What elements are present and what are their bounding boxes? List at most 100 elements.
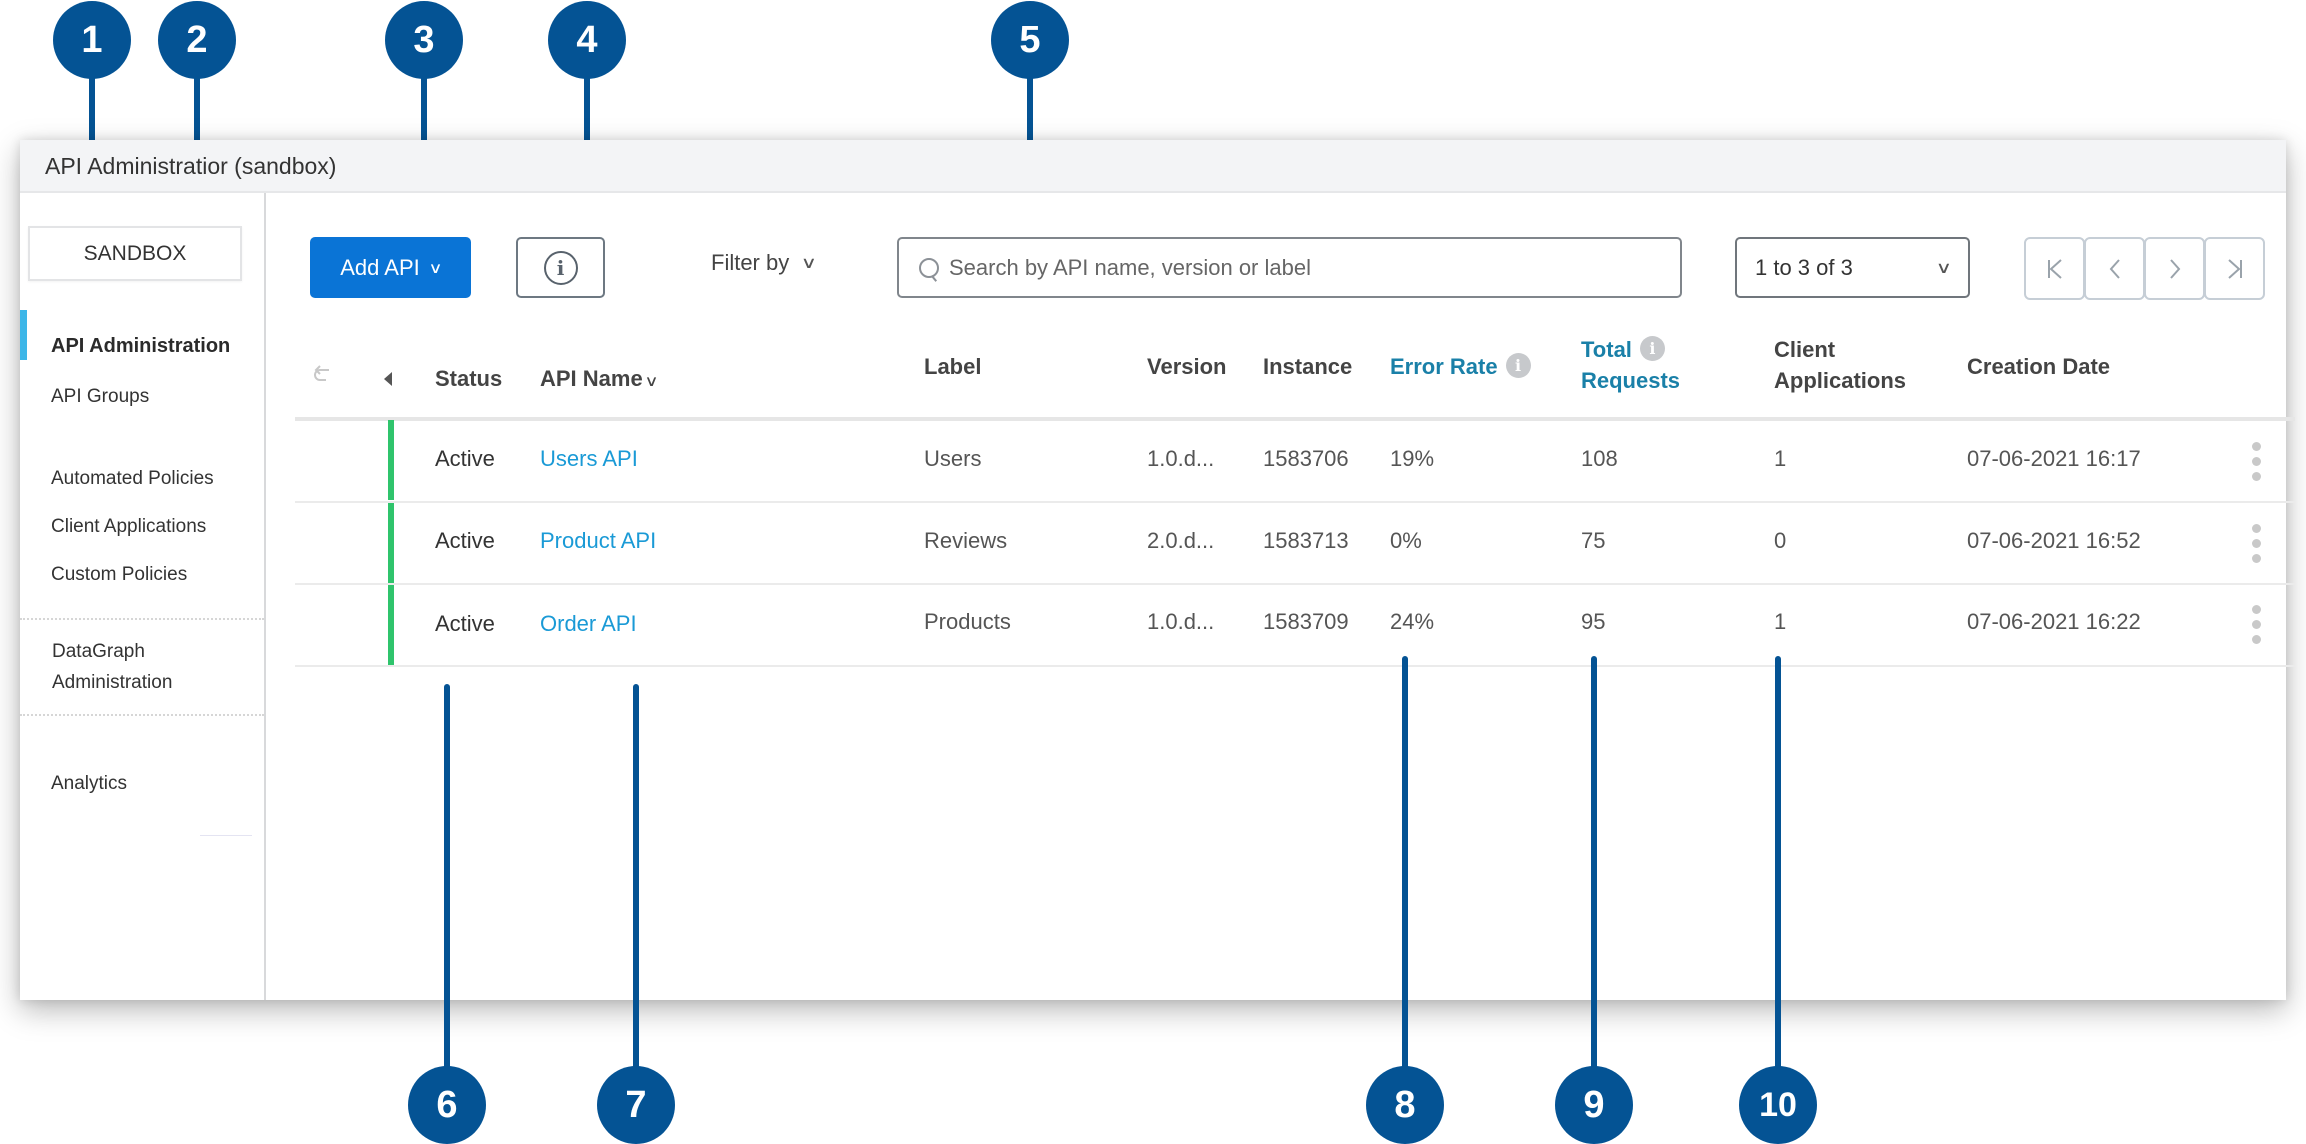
cell-status: Active [435, 611, 495, 636]
last-page-icon [2227, 258, 2242, 279]
sidebar: SANDBOX API Administration API Groups Au… [20, 193, 266, 1000]
callout-badge-4: 4 [548, 1, 626, 79]
cell-total-requests: 75 [1581, 528, 1606, 553]
column-header-status[interactable]: Status [435, 363, 502, 394]
sort-chevron-icon: ∨ [644, 373, 659, 390]
first-page-button[interactable] [2024, 237, 2085, 300]
add-api-label: Add API [340, 254, 420, 280]
status-indicator-bar [388, 585, 394, 666]
cell-status: Active [435, 446, 495, 471]
chevron-down-icon: ∨ [800, 255, 818, 272]
callout-10-line [1775, 656, 1781, 1084]
sidebar-item-api-groups[interactable]: API Groups [51, 386, 149, 408]
sidebar-divider [20, 618, 264, 620]
status-indicator-bar [388, 503, 394, 583]
column-header-total-requests-line2: Requests [1581, 368, 1681, 393]
info-button[interactable]: i [516, 237, 605, 298]
cell-client-applications: 0 [1774, 528, 1787, 553]
pagination-range-label: 1 to 3 of 3 [1755, 254, 1853, 280]
sidebar-item-client-applications[interactable]: Client Applications [51, 516, 206, 538]
filter-by-dropdown[interactable]: Filter by ∨ [711, 250, 818, 276]
next-page-button[interactable] [2144, 237, 2205, 300]
callout-badge-8: 8 [1366, 1066, 1444, 1144]
sidebar-item-datagraph-administration[interactable]: DataGraph Administration [52, 636, 202, 698]
callout-7-line [633, 684, 639, 1084]
sidebar-item-analytics[interactable]: Analytics [51, 773, 127, 795]
active-nav-indicator [20, 310, 27, 360]
callout-9-line [1591, 656, 1597, 1084]
info-icon[interactable]: i [1505, 353, 1531, 378]
last-page-button[interactable] [2204, 237, 2265, 300]
previous-page-button[interactable] [2084, 237, 2145, 300]
search-icon [919, 257, 939, 278]
callout-badge-5: 5 [991, 1, 1069, 79]
callout-badge-6: 6 [408, 1066, 486, 1144]
environment-selector[interactable]: SANDBOX [28, 226, 242, 281]
table-header-divider [295, 417, 2295, 421]
column-header-client-applications-line1: Client [1774, 337, 1836, 362]
cell-instance: 1583706 [1263, 446, 1349, 471]
cell-creation-date: 07-06-2021 16:22 [1967, 609, 2141, 634]
cell-label: Products [924, 609, 1011, 634]
cell-label: Reviews [924, 528, 1008, 553]
column-header-label[interactable]: Label [924, 351, 981, 382]
row-divider [295, 501, 2295, 503]
title-bar: API Administratior (sandbox) [20, 140, 2286, 193]
chevron-down-icon: ∨ [1935, 259, 1953, 277]
cell-version: 1.0.d... [1147, 609, 1215, 634]
column-header-version[interactable]: Version [1147, 351, 1226, 382]
app-window: API Administratior (sandbox) SANDBOX API… [20, 140, 2295, 1000]
sidebar-decoration-line [200, 835, 252, 836]
collapse-column-icon[interactable] [384, 372, 392, 386]
cell-api-name-link[interactable]: Product API [540, 528, 656, 554]
pagination-controls [2024, 237, 2265, 300]
cell-client-applications: 1 [1774, 446, 1787, 471]
cell-error-rate: 19% [1390, 446, 1435, 471]
callout-badge-2: 2 [158, 1, 236, 79]
cell-instance: 1583713 [1263, 528, 1349, 553]
column-header-instance[interactable]: Instance [1263, 351, 1352, 382]
sidebar-item-custom-policies[interactable]: Custom Policies [51, 564, 187, 586]
search-box[interactable] [897, 237, 1682, 298]
column-header-api-name[interactable]: API Name∨ [540, 363, 659, 397]
info-icon[interactable]: i [1639, 336, 1665, 361]
row-divider [295, 665, 2295, 667]
column-header-creation-date[interactable]: Creation Date [1967, 351, 2110, 382]
callout-6-line [444, 684, 450, 1084]
cell-api-name-link[interactable]: Users API [540, 446, 638, 472]
cell-client-applications: 1 [1774, 609, 1787, 634]
cell-api-name-link[interactable]: Order API [540, 611, 637, 637]
cell-error-rate: 0% [1390, 528, 1422, 553]
info-icon: i [543, 250, 578, 285]
callout-badge-1: 1 [53, 1, 131, 79]
callout-badge-7: 7 [597, 1066, 675, 1144]
first-page-icon [2047, 258, 2062, 279]
filter-by-label: Filter by [711, 250, 790, 275]
cell-version: 1.0.d... [1147, 446, 1215, 471]
sidebar-item-automated-policies[interactable]: Automated Policies [51, 468, 214, 490]
undo-icon[interactable] [313, 365, 335, 387]
chevron-left-icon [2109, 258, 2120, 279]
row-actions-kebab-icon[interactable] [2252, 442, 2262, 481]
add-api-button[interactable]: Add API ∨ [310, 237, 471, 298]
cell-total-requests: 108 [1581, 446, 1618, 471]
cell-instance: 1583709 [1263, 609, 1349, 634]
column-header-total-requests-line1: Total [1581, 337, 1632, 362]
pagination-range-select[interactable]: 1 to 3 of 3 ∨ [1735, 237, 1970, 298]
sidebar-divider [20, 714, 264, 716]
status-indicator-bar [388, 420, 394, 500]
column-header-total-requests[interactable]: Total i Requests [1581, 334, 1680, 396]
column-header-api-name-label: API Name [540, 366, 643, 391]
cell-total-requests: 95 [1581, 609, 1606, 634]
callout-badge-3: 3 [385, 1, 463, 79]
callout-8-line [1402, 656, 1408, 1084]
sidebar-item-api-administration[interactable]: API Administration [51, 335, 230, 358]
column-header-client-applications[interactable]: Client Applications [1774, 334, 1906, 396]
column-header-error-rate[interactable]: Error Rate i [1390, 351, 1531, 382]
row-actions-kebab-icon[interactable] [2252, 605, 2262, 644]
cell-creation-date: 07-06-2021 16:52 [1967, 528, 2141, 553]
row-actions-kebab-icon[interactable] [2252, 524, 2262, 563]
callout-badge-10: 10 [1739, 1066, 1817, 1144]
search-input[interactable] [949, 254, 1649, 281]
chevron-down-icon: ∨ [428, 259, 443, 277]
